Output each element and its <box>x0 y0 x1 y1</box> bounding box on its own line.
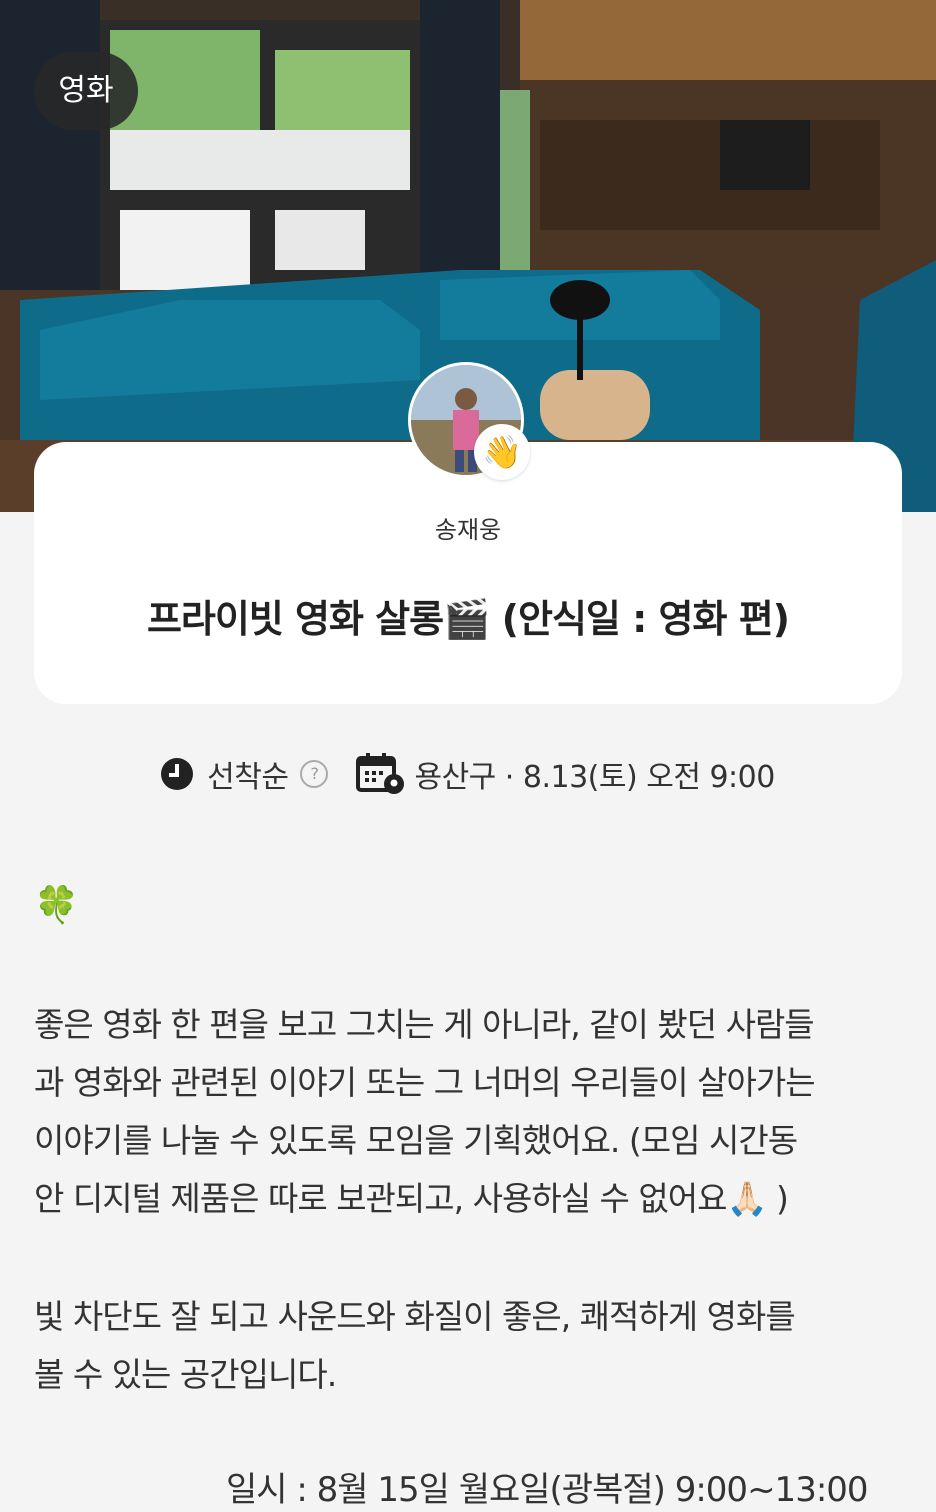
meta-row: 선착순 ? 용산구 · 8.13(토) 오전 9:00 <box>0 752 936 796</box>
description-paragraph: 빛 차단도 잘 되고 사운드와 화질이 좋은, 쾌적하게 영화를 볼 수 있는 … <box>34 1297 796 1394</box>
host-name[interactable]: 송재웅 <box>0 510 936 545</box>
waving-hand-icon: 👋 <box>474 424 530 480</box>
schedule-text: 일시 : 8월 15일 월요일(광복절) 9:00~13:00 <box>226 1470 869 1510</box>
calendar-location-icon <box>356 753 405 794</box>
meetup-title: 프라이빗 영화 살롱🎬 (안식일 : 영화 편) <box>146 597 790 641</box>
clover-icon: 🍀 <box>34 885 79 926</box>
clock-icon <box>161 758 194 790</box>
category-chip[interactable]: 영화 <box>34 52 138 130</box>
description-paragraph: 좋은 영화 한 편을 보고 그치는 게 아니라, 같이 봤던 사람들 과 영화와… <box>34 1005 816 1218</box>
help-icon[interactable]: ? <box>300 760 329 788</box>
meetup-card <box>34 442 902 704</box>
location-datetime: 용산구 · 8.13(토) 오전 9:00 <box>414 760 775 795</box>
join-type: 선착순 <box>207 760 289 795</box>
